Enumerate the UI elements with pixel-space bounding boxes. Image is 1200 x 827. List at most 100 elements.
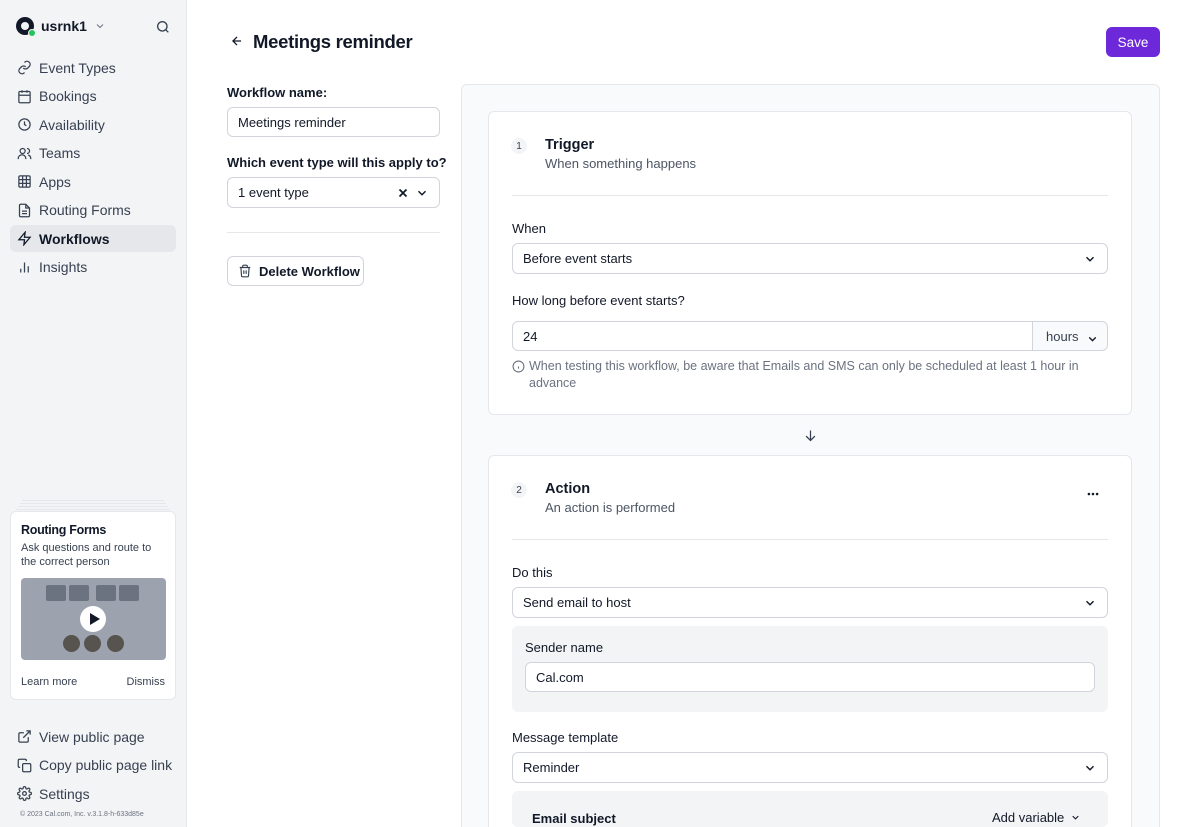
sidebar-item-availability[interactable]: Availability	[10, 111, 176, 138]
clock-icon	[18, 118, 31, 131]
page-title: Meetings reminder	[253, 31, 413, 52]
sidebar-item-bookings[interactable]: Bookings	[10, 83, 176, 110]
sidebar: usrnk1 Event Types Bookings Availability…	[0, 0, 187, 827]
workflow-name-input[interactable]: Meetings reminder	[227, 107, 440, 137]
save-button[interactable]: Save	[1106, 27, 1160, 57]
info-note: When testing this workflow, be aware tha…	[512, 358, 1092, 392]
message-template-label: Message template	[512, 730, 619, 745]
promo-card: Routing Forms Ask questions and route to…	[10, 511, 176, 700]
sidebar-item-settings[interactable]: Settings	[10, 780, 176, 807]
external-link-icon	[18, 730, 31, 743]
workflow-name-label: Workflow name:	[227, 85, 328, 100]
add-variable-label: Add variable	[992, 810, 1065, 825]
sidebar-item-label: Bookings	[39, 88, 97, 104]
sidebar-item-copy-public-page-link[interactable]: Copy public page link	[10, 752, 176, 779]
user-menu[interactable]: usrnk1	[16, 17, 106, 37]
how-long-input[interactable]: 24	[512, 321, 1034, 351]
delete-workflow-label: Delete Workflow	[259, 263, 360, 279]
action-title: Action	[545, 481, 591, 497]
sidebar-item-event-types[interactable]: Event Types	[10, 54, 176, 81]
arrow-down-icon	[805, 430, 816, 442]
bar-chart-icon	[20, 262, 29, 272]
chevron-down-icon	[1085, 256, 1095, 262]
chevron-down-icon	[1088, 336, 1097, 342]
sidebar-item-teams[interactable]: Teams	[10, 140, 176, 167]
search-icon[interactable]	[155, 19, 171, 35]
username: usrnk1	[41, 18, 87, 34]
sidebar-bottom-nav: View public page Copy public page link S…	[10, 723, 176, 809]
message-template-value: Reminder	[523, 760, 580, 775]
sidebar-item-workflows[interactable]: Workflows	[10, 225, 176, 252]
sidebar-item-label: Apps	[39, 173, 71, 190]
email-subject-label: Email subject	[532, 811, 616, 826]
trigger-subtitle: When something happens	[545, 156, 697, 171]
promo-title: Routing Forms	[21, 523, 106, 537]
sidebar-item-label: Routing Forms	[39, 202, 131, 218]
action-subtitle: An action is performed	[545, 500, 676, 515]
when-select[interactable]: Before event starts	[512, 243, 1108, 274]
delete-workflow-button[interactable]: Delete Workflow	[227, 256, 364, 286]
how-long-label: How long before event starts?	[512, 293, 685, 308]
sidebar-item-label: Insights	[39, 259, 88, 275]
promo-text: Ask questions and route to the correct p…	[21, 542, 152, 568]
sender-name-value: Cal.com	[536, 669, 584, 685]
sidebar-nav: Event Types Bookings Availability Teams …	[10, 54, 176, 282]
sidebar-item-routing-forms[interactable]: Routing Forms	[10, 197, 176, 224]
info-note-text: When testing this workflow, be aware tha…	[529, 359, 1079, 390]
grid-icon	[18, 175, 31, 188]
do-this-label: Do this	[512, 565, 553, 580]
sender-name-label: Sender name	[525, 640, 604, 655]
chevron-down-icon	[1085, 765, 1095, 771]
trigger-title: Trigger	[545, 137, 595, 153]
chevron-down-icon	[1072, 815, 1079, 820]
avatar	[16, 17, 36, 37]
form-divider	[227, 232, 440, 233]
step-number: 2	[511, 482, 527, 498]
when-value: Before event starts	[523, 251, 633, 266]
action-divider	[512, 539, 1108, 540]
arrow-left-icon[interactable]	[230, 34, 244, 48]
time-unit-value: hours	[1046, 328, 1079, 344]
sidebar-item-view-public-page[interactable]: View public page	[10, 723, 176, 750]
sender-name-input[interactable]: Cal.com	[525, 662, 1095, 692]
trigger-divider	[512, 195, 1108, 196]
event-type-label: Which event type will this apply to?	[227, 155, 447, 170]
how-long-value: 24	[523, 328, 538, 344]
promo-video[interactable]	[21, 578, 166, 660]
online-status-dot	[28, 29, 36, 37]
users-icon	[17, 147, 32, 159]
event-type-value: 1 event type	[238, 185, 309, 200]
sidebar-item-label: Availability	[39, 116, 105, 133]
info-icon	[512, 360, 525, 373]
calendar-icon	[18, 89, 31, 103]
workflow-name-value: Meetings reminder	[238, 114, 346, 130]
do-this-select[interactable]: Send email to host	[512, 587, 1108, 618]
play-icon[interactable]	[80, 606, 106, 632]
settings-icon	[17, 786, 32, 801]
sidebar-item-apps[interactable]: Apps	[10, 168, 176, 195]
time-unit-select[interactable]: hours	[1032, 321, 1108, 351]
trash-icon	[239, 264, 251, 278]
link-icon	[18, 60, 31, 75]
zap-icon	[17, 231, 32, 246]
sidebar-item-label: Event Types	[39, 59, 116, 76]
sidebar-item-label: View public page	[39, 728, 145, 745]
more-horizontal-icon[interactable]	[1086, 487, 1100, 501]
step-number: 1	[511, 138, 527, 154]
sidebar-item-label: Settings	[39, 785, 90, 802]
file-text-icon	[18, 203, 31, 217]
chevron-down-icon	[96, 24, 104, 29]
add-variable-button[interactable]: Add variable	[992, 810, 1081, 825]
chevron-down-icon	[1085, 600, 1095, 606]
do-this-value: Send email to host	[523, 595, 631, 610]
chevron-down-icon	[417, 190, 427, 196]
when-label: When	[512, 221, 546, 236]
sidebar-item-label: Workflows	[39, 230, 110, 247]
clear-icon[interactable]	[397, 187, 409, 199]
learn-more-link[interactable]: Learn more	[21, 676, 77, 688]
message-template-select[interactable]: Reminder	[512, 752, 1108, 783]
copyright: © 2023 Cal.com, Inc. v.3.1.8-h-633d85e	[20, 811, 144, 818]
sidebar-item-insights[interactable]: Insights	[10, 254, 176, 281]
dismiss-link[interactable]: Dismiss	[127, 676, 166, 688]
event-type-select[interactable]: 1 event type	[227, 177, 440, 208]
